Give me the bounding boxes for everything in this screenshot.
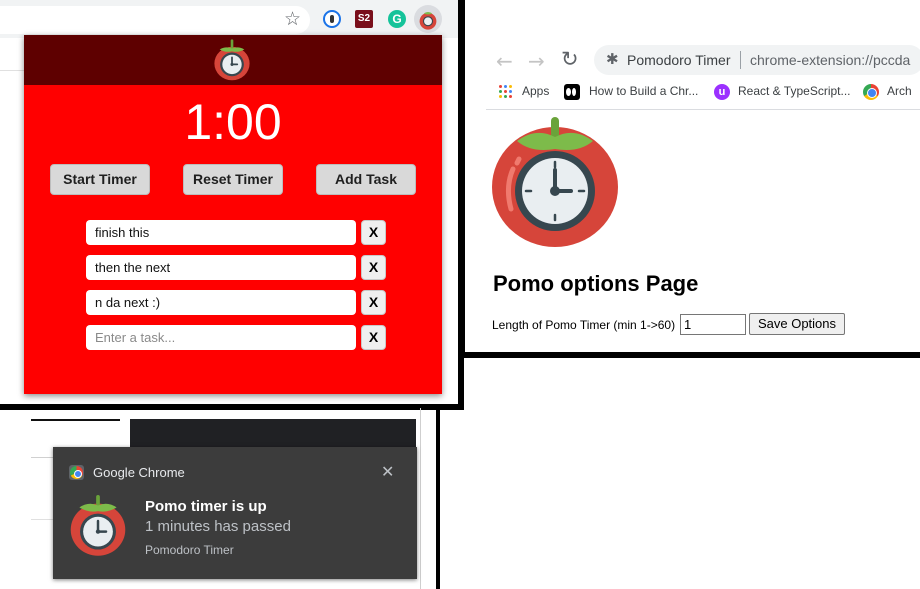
- frame-border: [458, 352, 920, 358]
- page-url: chrome-extension://pccda: [750, 52, 911, 68]
- bookmark-item[interactable]: React & TypeScript...: [738, 84, 851, 98]
- notification-source: Pomodoro Timer: [145, 543, 234, 557]
- start-timer-button[interactable]: Start Timer: [50, 164, 150, 195]
- remove-task-button[interactable]: X: [361, 255, 386, 280]
- browser-nav-bar: ← → ↻ ✱ Pomodoro Timer chrome-extension:…: [486, 44, 920, 76]
- popup-header: [24, 35, 442, 85]
- bookmark-apps[interactable]: Apps: [522, 84, 549, 98]
- page-title: Pomo options Page: [493, 271, 699, 296]
- remove-task-button[interactable]: X: [361, 290, 386, 315]
- timer-length-input[interactable]: 1: [680, 314, 746, 335]
- apps-grid-icon[interactable]: [498, 84, 514, 100]
- browser-toolbar: ☆ S2 G: [0, 0, 460, 38]
- close-icon[interactable]: ✕: [381, 462, 394, 481]
- address-bar[interactable]: [0, 6, 310, 34]
- divider: [31, 457, 55, 458]
- add-task-button[interactable]: Add Task: [316, 164, 416, 195]
- timer-length-label: Length of Pomo Timer (min 1->60): [492, 318, 676, 332]
- chrome-icon: [863, 84, 879, 100]
- task-input[interactable]: then the next: [86, 255, 356, 280]
- remove-task-button[interactable]: X: [361, 220, 386, 245]
- remove-task-button[interactable]: X: [361, 325, 386, 350]
- pomodoro-popup: 1:00 Start Timer Reset Timer Add Task fi…: [24, 35, 442, 394]
- divider: [31, 519, 55, 520]
- tomato-clock-icon: [70, 495, 126, 556]
- bookmarks-bar: Apps How to Build a Chr... u React & Typ…: [486, 80, 920, 106]
- notification-body: 1 minutes has passed: [145, 518, 291, 535]
- notification-app-name: Google Chrome: [93, 465, 185, 480]
- reload-icon[interactable]: ↻: [561, 47, 579, 71]
- tomato-clock-icon: [214, 39, 250, 81]
- timer-display: 1:00: [184, 94, 282, 150]
- divider: [740, 51, 741, 69]
- page-name: Pomodoro Timer: [627, 52, 731, 68]
- address-bar[interactable]: ✱ Pomodoro Timer chrome-extension://pccd…: [594, 45, 920, 75]
- forward-arrow-icon[interactable]: →: [528, 49, 545, 73]
- chrome-icon: [69, 465, 84, 480]
- divider: [0, 70, 25, 71]
- back-arrow-icon[interactable]: ←: [496, 49, 513, 73]
- frame-border: [0, 404, 464, 410]
- save-options-button[interactable]: Save Options: [749, 313, 845, 335]
- pomodoro-extension-icon[interactable]: [414, 5, 442, 33]
- s2-extension-icon[interactable]: S2: [355, 10, 373, 28]
- password-extension-icon[interactable]: [323, 10, 341, 28]
- new-task-input[interactable]: Enter a task...: [86, 325, 356, 350]
- tomato-clock-icon: [492, 117, 618, 247]
- notification-title: Pomo timer is up: [145, 498, 267, 515]
- task-input[interactable]: n da next :): [86, 290, 356, 315]
- frame-border: [436, 404, 440, 589]
- puzzle-icon: ✱: [606, 50, 619, 68]
- udemy-icon: u: [714, 84, 730, 100]
- star-icon[interactable]: ☆: [284, 8, 301, 30]
- divider: [486, 109, 920, 110]
- divider: [31, 419, 120, 421]
- divider: [420, 408, 421, 589]
- bookmark-item[interactable]: How to Build a Chr...: [589, 84, 698, 98]
- task-input[interactable]: finish this: [86, 220, 356, 245]
- frame-border: [458, 0, 465, 358]
- bookmark-item[interactable]: Arch: [887, 84, 912, 98]
- chrome-notification[interactable]: Google Chrome ✕ Pomo timer is up 1 minut…: [53, 447, 417, 579]
- grammarly-extension-icon[interactable]: G: [388, 10, 406, 28]
- medium-icon: [564, 84, 580, 100]
- reset-timer-button[interactable]: Reset Timer: [183, 164, 283, 195]
